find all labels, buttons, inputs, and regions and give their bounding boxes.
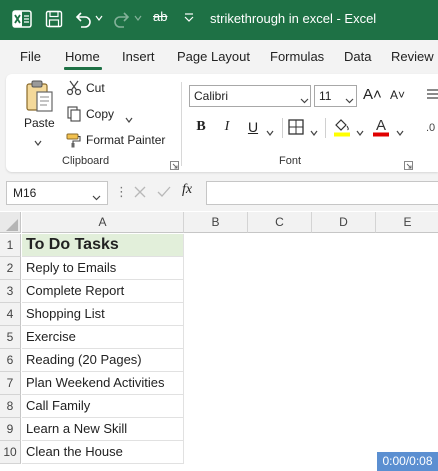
task-cell[interactable]: Plan Weekend Activities [22, 372, 184, 395]
column-header-d[interactable]: D [312, 212, 376, 233]
wrap-text-icon[interactable]: .0 [426, 120, 438, 137]
cut-label: Cut [86, 81, 105, 95]
font-size-dropdown-icon[interactable] [345, 92, 354, 104]
row-header[interactable]: 7 [0, 372, 21, 395]
fill-color-icon[interactable] [333, 117, 351, 137]
underline-dropdown-icon[interactable] [266, 124, 274, 136]
tab-review[interactable]: Review [391, 49, 434, 64]
task-cell[interactable]: Complete Report [22, 280, 184, 303]
increase-font-size-button[interactable]: A˄ [363, 86, 382, 103]
active-tab-indicator [64, 67, 102, 70]
tab-insert[interactable]: Insert [122, 49, 155, 64]
tab-file[interactable]: File [20, 49, 41, 64]
font-launcher-icon[interactable] [404, 157, 413, 170]
align-top-icon[interactable] [426, 88, 438, 102]
tab-page-layout[interactable]: Page Layout [177, 49, 250, 64]
excel-app-icon [12, 9, 32, 29]
row-header[interactable]: 4 [0, 303, 21, 326]
tab-home[interactable]: Home [65, 49, 100, 64]
format-painter-label: Format Painter [86, 133, 166, 147]
copy-icon [66, 106, 82, 122]
undo-dropdown-icon[interactable] [95, 14, 103, 22]
task-cell[interactable]: Reply to Emails [22, 257, 184, 280]
row-header[interactable]: 3 [0, 280, 21, 303]
borders-icon[interactable] [288, 119, 304, 135]
toolbar-separator [325, 118, 326, 138]
name-box-dropdown-icon[interactable] [92, 189, 101, 201]
toolbar-separator [282, 118, 283, 138]
row-header[interactable]: 9 [0, 418, 21, 441]
row-header[interactable]: 10 [0, 441, 21, 464]
font-name-value: Calibri [194, 89, 229, 103]
scissors-icon [66, 80, 82, 96]
paste-dropdown-icon[interactable] [34, 134, 42, 146]
column-header-a[interactable]: A [22, 212, 184, 233]
font-name-dropdown-icon[interactable] [300, 92, 309, 104]
redo-icon[interactable] [112, 9, 132, 29]
cancel-entry-icon[interactable] [132, 184, 148, 200]
paste-icon[interactable] [24, 79, 56, 113]
row-header[interactable]: 6 [0, 349, 21, 372]
underline-button[interactable]: U [243, 119, 263, 135]
italic-button[interactable]: I [217, 119, 237, 135]
enter-entry-icon[interactable] [156, 184, 172, 200]
svg-text:A: A [376, 117, 386, 134]
paintbrush-icon [66, 132, 82, 148]
task-cell[interactable]: Clean the House [22, 441, 184, 464]
task-cell[interactable]: Shopping List [22, 303, 184, 326]
format-painter-button[interactable]: Format Painter [66, 132, 165, 148]
select-all-triangle-icon [6, 218, 18, 231]
clipboard-group-label: Clipboard [62, 155, 110, 167]
column-header-c[interactable]: C [248, 212, 312, 233]
row-header[interactable]: 5 [0, 326, 21, 349]
video-timestamp-overlay: 0:00/0:08 [377, 452, 438, 471]
strikethrough-quick-access-button[interactable]: ab [153, 9, 167, 24]
copy-button[interactable]: Copy [66, 106, 114, 122]
font-name-combobox[interactable]: Calibri [189, 85, 311, 107]
row-header[interactable]: 1 [0, 234, 21, 257]
font-size-value: 11 [319, 89, 332, 103]
row-header[interactable]: 2 [0, 257, 21, 280]
bold-button[interactable]: B [191, 119, 211, 135]
font-group-label: Font [279, 155, 302, 167]
tab-formulas[interactable]: Formulas [270, 49, 324, 64]
ribbon-group-separator [181, 82, 182, 166]
cell-a1-heading[interactable]: To Do Tasks [22, 234, 184, 257]
redo-dropdown-icon[interactable] [134, 14, 142, 22]
font-color-icon[interactable]: A [372, 116, 390, 138]
borders-dropdown-icon[interactable] [310, 124, 318, 136]
column-header-e[interactable]: E [376, 212, 438, 233]
save-icon[interactable] [45, 10, 63, 28]
fill-color-dropdown-icon[interactable] [356, 124, 364, 136]
paste-button-label[interactable]: Paste [24, 116, 55, 130]
title-bar: ab strikethrough in excel - Excel [0, 0, 438, 40]
column-header-b[interactable]: B [184, 212, 248, 233]
task-cell[interactable]: Exercise [22, 326, 184, 349]
copy-label: Copy [86, 107, 115, 121]
svg-text:.0: .0 [426, 122, 435, 134]
undo-icon[interactable] [73, 9, 93, 29]
copy-dropdown-icon[interactable] [125, 111, 133, 123]
task-cell[interactable]: Reading (20 Pages) [22, 349, 184, 372]
clipboard-launcher-icon[interactable] [170, 157, 179, 170]
task-cell[interactable]: Call Family [22, 395, 184, 418]
decrease-font-size-button[interactable]: A˅ [390, 88, 405, 102]
row-header[interactable]: 8 [0, 395, 21, 418]
customize-quick-access-icon[interactable] [183, 11, 195, 23]
tab-data[interactable]: Data [344, 49, 371, 64]
cut-button[interactable]: Cut [66, 80, 105, 96]
worksheet-grid[interactable]: A B C D E 1 To Do Tasks 2 Reply to Email… [0, 212, 438, 471]
task-cell[interactable]: Learn a New Skill [22, 418, 184, 441]
formula-input[interactable] [206, 181, 438, 205]
font-color-dropdown-icon[interactable] [396, 124, 404, 136]
name-box-value: M16 [13, 186, 37, 200]
formula-bar-grip[interactable]: ⋮ [115, 184, 128, 200]
insert-function-button[interactable]: fx [182, 182, 192, 198]
document-title: strikethrough in excel - Excel [210, 11, 377, 26]
select-all-button[interactable] [0, 212, 21, 233]
